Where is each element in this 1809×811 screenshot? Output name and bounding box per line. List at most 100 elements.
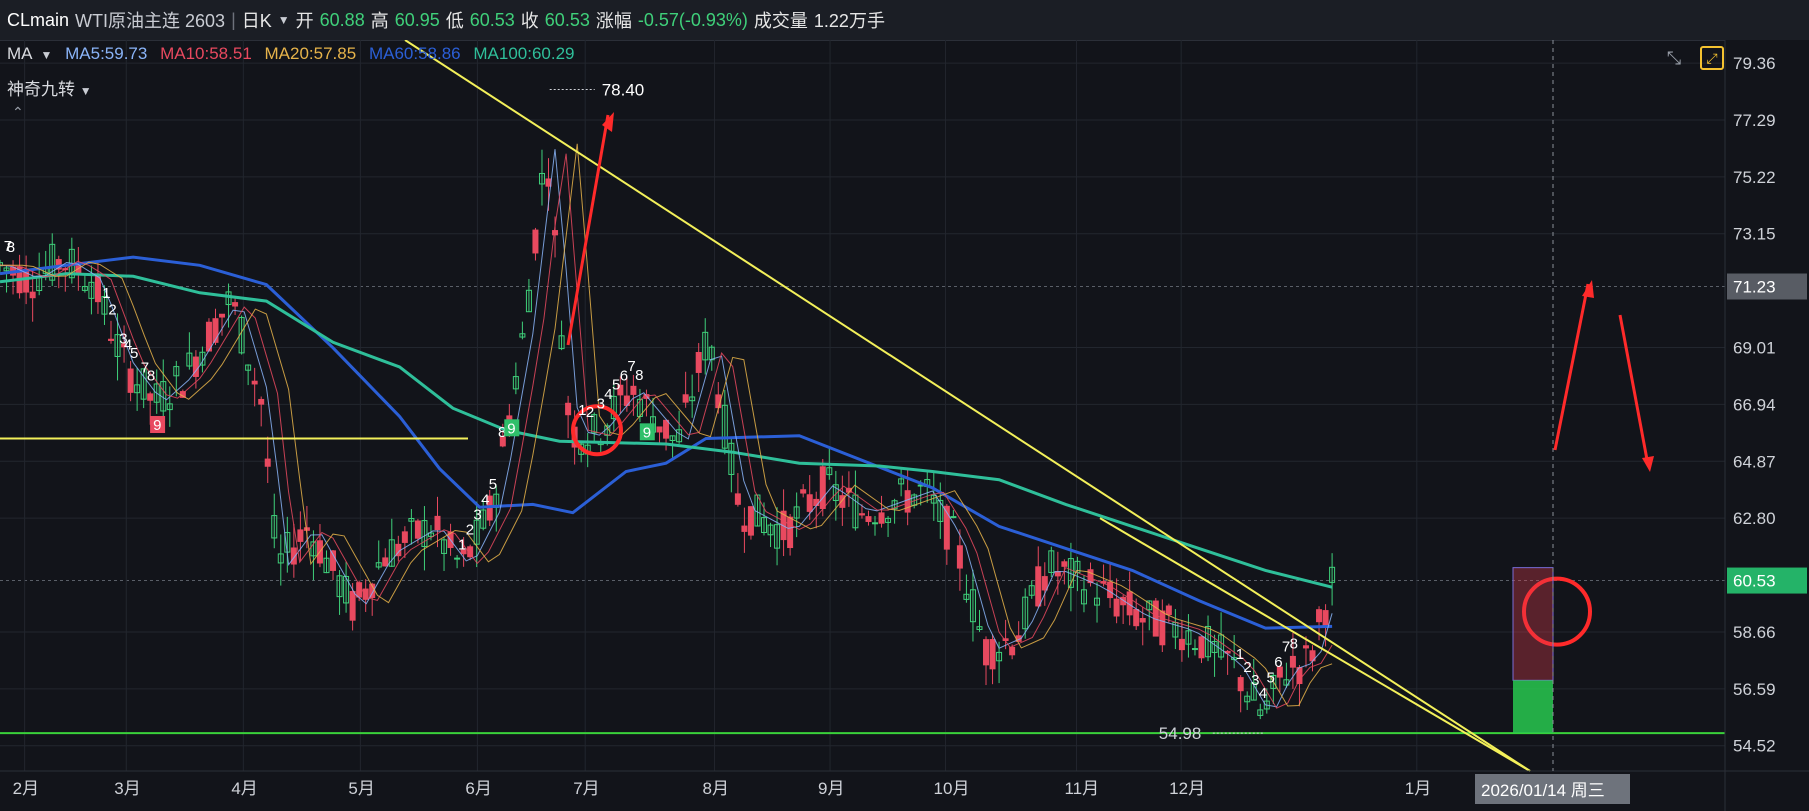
candle-body (434, 515, 441, 531)
high-label: 高 (370, 11, 389, 31)
x-tick-label: 2月 (13, 779, 39, 798)
ma10-value: MA10:58.51 (160, 44, 252, 63)
td-count-label: 2 (108, 302, 116, 319)
td-count-label: 8 (147, 368, 155, 385)
candle-body (414, 520, 421, 539)
x-tick-label: 1月 (1405, 779, 1431, 798)
candle-body (1302, 645, 1309, 649)
candle-body (454, 557, 461, 560)
y-tick-label: 69.01 (1733, 339, 1776, 358)
ma100-value: MA100:60.29 (473, 44, 575, 63)
candle-body (552, 230, 559, 236)
candle-body (1133, 609, 1140, 627)
candle-body (858, 513, 865, 516)
candle-body (950, 516, 957, 519)
td-count-label: 8 (7, 239, 15, 256)
period-dropdown-icon[interactable]: ▼ (278, 13, 290, 27)
y-tick-label: 60.53 (1733, 572, 1776, 591)
td-count-label: 9 (507, 420, 515, 437)
candle-body (663, 419, 670, 439)
x-tick-label: 3月 (114, 779, 140, 798)
candle-body (819, 466, 826, 509)
x-tick-label: 11月 (1064, 779, 1099, 798)
position-box-stop (1513, 680, 1553, 734)
candle-body (1178, 638, 1185, 651)
candle-body (1107, 581, 1114, 599)
x-tick-label: 9月 (818, 779, 844, 798)
candle-body (1198, 636, 1205, 659)
expand-icon[interactable]: ⤢ (1700, 46, 1724, 70)
candle-body (747, 506, 754, 536)
candle-body (1237, 677, 1244, 692)
td-count-label: 8 (635, 367, 643, 384)
low-label: 低 (445, 11, 464, 31)
ma5-value: MA5:59.73 (65, 44, 148, 63)
change-value: -0.57(-0.93%) (637, 9, 748, 30)
chevron-up-icon[interactable]: ⌃ (12, 104, 24, 121)
arrow-up-line (1553, 283, 1590, 451)
open-value: 60.88 (319, 9, 365, 30)
td-count-label: 1 (102, 285, 110, 302)
td-count-label: 6 (1274, 654, 1282, 671)
arrow-head-icon (1642, 456, 1654, 472)
crosshair-date-label: 2026/01/14 周三 (1481, 781, 1605, 800)
symbol-name[interactable]: WTI原油主连 2603 (75, 7, 225, 33)
volume-label: 成交量 (753, 11, 808, 31)
candle-body (349, 591, 356, 621)
symbol-code[interactable]: CLmain (7, 10, 69, 31)
candle-body (1322, 610, 1329, 626)
x-tick-label: 7月 (573, 779, 599, 798)
candle-body (806, 494, 813, 512)
td-dropdown-icon[interactable]: ▼ (80, 84, 92, 98)
candle-body (219, 313, 226, 318)
candle-body (1054, 571, 1061, 577)
ma-label[interactable]: MA (7, 44, 33, 63)
td-count-label: 9 (643, 424, 651, 441)
candle-body (565, 402, 572, 416)
candle-body (734, 493, 741, 505)
candle-body (741, 525, 748, 532)
candle-body (872, 522, 879, 525)
candle-body (251, 380, 258, 385)
open-label: 开 (295, 11, 314, 31)
close-label: 收 (520, 11, 539, 31)
y-tick-label: 73.15 (1733, 225, 1776, 244)
candle-body (401, 531, 408, 543)
candle-body (297, 529, 304, 542)
candle-body (1316, 609, 1323, 623)
position-box-risk (1512, 567, 1554, 681)
ma60-value: MA60:58.86 (368, 44, 461, 63)
volume-value: 1.22万手 (813, 11, 885, 31)
y-tick-label: 79.36 (1733, 54, 1776, 73)
ma-dropdown-icon[interactable]: ▼ (41, 48, 53, 62)
td-count-label: 9 (153, 417, 161, 434)
candle-body (983, 639, 990, 666)
candle-body (1035, 566, 1042, 607)
candle-body (29, 291, 36, 299)
candle-body (382, 557, 389, 567)
candle-body (878, 512, 885, 524)
shrink-icon[interactable]: ⤡ (1662, 46, 1686, 70)
candlestick-chart[interactable]: 78.4054.98 7812345789123458 91 23456789123… (0, 40, 1809, 811)
candle-body (264, 458, 271, 467)
close-value: 60.53 (544, 9, 590, 30)
candle-body (532, 229, 539, 254)
candle-body (800, 489, 807, 494)
y-tick-label: 62.80 (1733, 509, 1776, 528)
y-tick-label: 64.87 (1733, 452, 1776, 471)
chart-header: CLmain WTI原油主连 2603 | 日K ▼ 开 60.88 高 60.… (0, 0, 1809, 41)
high-value: 60.95 (394, 9, 440, 30)
x-tick-label: 8月 (703, 779, 729, 798)
candle-body (865, 516, 872, 522)
min-price-label: 54.98 (1159, 724, 1202, 743)
period-selector[interactable]: 日K (242, 7, 272, 33)
header-separator: | (231, 9, 236, 30)
candle-body (1165, 605, 1172, 616)
candle-body (904, 490, 911, 513)
y-tick-label: 58.66 (1733, 623, 1776, 642)
grid (0, 40, 1725, 771)
td-count-label: 3 (473, 506, 481, 523)
y-tick-label: 71.23 (1733, 278, 1776, 297)
td-label[interactable]: 神奇九转 (7, 80, 75, 99)
drawings: 78.40 54.98 (0, 40, 1725, 772)
